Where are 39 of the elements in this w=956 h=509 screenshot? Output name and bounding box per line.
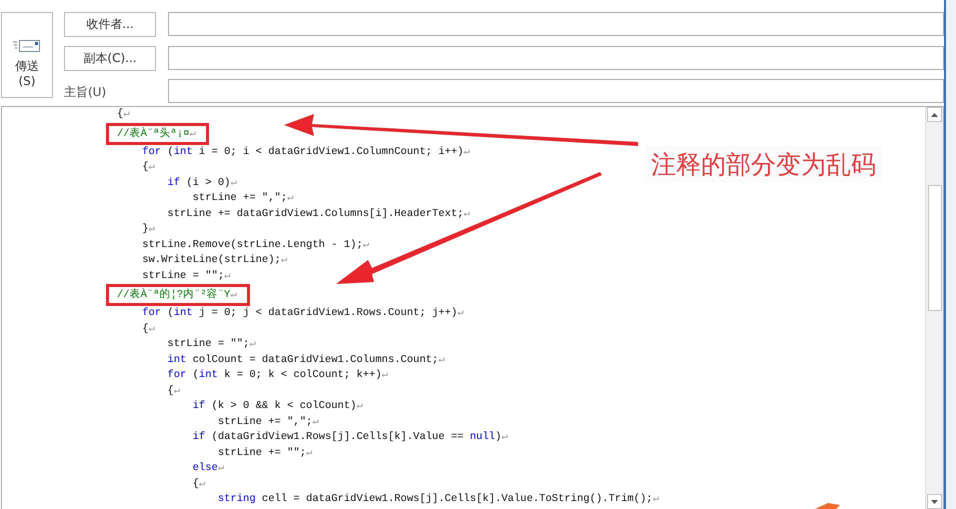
code-line: strLine += dataGridView1.Columns[i].HeaderText;↵	[166, 206, 470, 222]
subject-label: 主旨(U)	[64, 84, 108, 102]
code-line: strLine += ",";↵	[216, 414, 319, 430]
scroll-down-button[interactable]	[927, 494, 942, 509]
scroll-up-button[interactable]	[927, 107, 942, 122]
code-line: for (int i = 0; i < dataGridView1.ColumnCount; i++)↵	[141, 144, 470, 160]
code-line: strLine += ",";↵	[192, 191, 294, 206]
address-button[interactable]: 副本(C)...	[64, 46, 156, 71]
code-line: for (int k = 0; k < colCount; k++)↵	[166, 368, 388, 383]
address-button[interactable]: 收件者...	[64, 12, 156, 37]
code-line: strLine += "";↵	[216, 446, 312, 460]
code-line: else↵	[192, 461, 224, 476]
code-line: strLine.Remove(strLine.Length - 1);↵	[141, 238, 370, 252]
code-line: {↵	[117, 107, 130, 122]
arrow-annotation	[815, 503, 840, 509]
code-line: string cell = dataGridView1.Rows[j].Cells[k].Value.ToString().Trim();↵	[216, 492, 659, 507]
address-field[interactable]	[168, 46, 944, 70]
code-line: strLine = "";↵	[166, 337, 256, 352]
up-arrow-icon	[931, 112, 938, 116]
code-line: {↵	[141, 160, 155, 175]
code-line: if (dataGridView1.Rows[j].Cells[k].Value == null)↵	[192, 430, 508, 445]
code-line: {↵	[141, 322, 155, 336]
code-line: if (k > 0 && k < colCount)↵	[192, 399, 363, 414]
envelope-icon	[13, 39, 41, 53]
code-line: for (int j = 0; j < dataGridView1.Rows.Count; j++)↵	[141, 306, 464, 321]
code-line: sw.WriteLine(strLine);↵	[141, 253, 288, 268]
send-button[interactable]: 傳送 (S)	[1, 12, 53, 98]
code-line: if (i > 0)↵	[166, 176, 237, 190]
subject-field[interactable]	[168, 79, 944, 104]
code-line: }↵	[141, 222, 155, 237]
down-arrow-icon	[931, 500, 938, 504]
address-field[interactable]	[168, 12, 944, 36]
scrollbar-thumb[interactable]	[928, 185, 942, 311]
code-line: {↵	[192, 476, 206, 492]
code-line: int colCount = dataGridView1.Columns.Count;↵	[166, 352, 445, 368]
code-line: strLine = "";↵	[141, 268, 230, 284]
code-line: {↵	[166, 384, 180, 398]
annotation-note: 注释的部分变为乱码	[645, 146, 882, 183]
scrollbar[interactable]	[925, 107, 943, 509]
